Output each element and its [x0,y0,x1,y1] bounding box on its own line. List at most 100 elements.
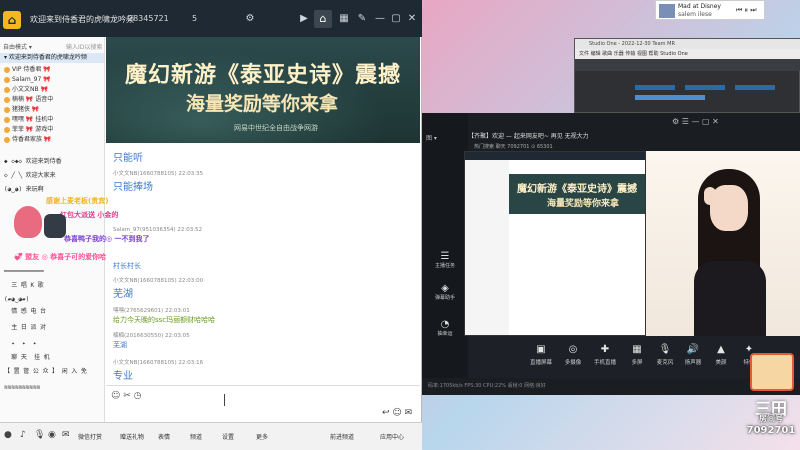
window-controls[interactable]: ⚙ ☰ — ▢ ✕ [672,117,719,126]
stream-side-panel: 图 ▾ ☰ 主播任务 ◈ 弹幕助手 ◔ 抽幸运 [422,113,468,395]
panel-item[interactable]: ☰ 主播任务 [426,251,464,269]
control-item[interactable]: ▣ 直播屏幕 [524,344,558,366]
tree-user[interactable]: 嘿嘿 🎀 挂机中 [4,115,53,125]
message-input-area[interactable]: ☺ ✂ ◷ ↩ ☺ ✉ [106,385,420,422]
chat-app-window: ⌂ 欢迎来到侍香君的虎啸龙吟频 28345721 5 ⚙ ▶ ⌂ ▦ ✎ — ▢… [0,0,422,450]
chat-message: 只能听 [113,153,143,164]
chat-meta: 小文文NB(1660788105) 22:03:35 [113,171,204,177]
input-toolbar[interactable]: ☺ ✂ ◷ [111,391,142,401]
media-controls-icon[interactable]: ⏮ ⏸ ⏭ [736,6,757,15]
ad-banner[interactable]: 魔幻新游《泰亚史诗》震撼 海量奖励等你来拿 网易中世纪全自由战争网游 [106,37,420,143]
user-badge-icon [4,106,10,113]
stream-subtitle: 热门搜索 聊天 7092701 ⊙ 65301 [474,144,553,150]
chat-message: 芜湖 [113,289,133,300]
ascii-channel[interactable]: ≋≋≋≋≋≋≋≋≋≋ [4,383,40,393]
studio-toolbar[interactable] [575,59,800,71]
toolbar-item[interactable]: 赠送礼物 [120,432,144,441]
toolbar-item[interactable]: 微信打赏 [78,432,102,441]
maximize-icon[interactable]: ▢ [390,13,402,25]
track-region[interactable] [685,85,725,90]
chat-message: 给力今天晚的ssc玛丽额财哈哈哈 [113,316,216,324]
tree-user[interactable]: 侍香君家族 🎀 [4,135,51,145]
avatar-icon[interactable]: ● [4,430,12,440]
toolbar-item[interactable]: 应用中心 [380,432,404,441]
preview-banner-subtitle: 海量奖励等你来拿 [547,199,620,209]
grid-icon[interactable]: ▦ [338,13,350,25]
song-title: Mad at Disney [678,3,721,10]
mode-selector[interactable]: 自由模式 ▾ [3,42,32,51]
panel-item[interactable]: ◈ 弹幕助手 [426,283,464,301]
studio-menu[interactable]: 文件 编辑 歌曲 乐器 传输 视图 帮助 Studio One [575,49,800,59]
overlay-message: 红包大派送 小金的 [60,211,119,219]
control-item[interactable]: ✚ 手机直播 [588,344,622,366]
user-badge-icon [4,96,10,103]
video-icon[interactable]: ▶ [298,13,310,25]
ascii-channel[interactable]: 【 置 管 公 众 】 闲 入 免 [4,367,87,377]
track-region[interactable] [635,95,705,100]
preview-titlebar [465,152,645,160]
tree-user[interactable]: VIP 侍香君 🎀 [4,65,51,75]
stream-preview: 魔幻新游《泰亚史诗》震撼 海量奖励等你来拿 [464,151,646,336]
user-badge-icon [4,136,10,143]
app-home-icon[interactable]: ⌂ [3,11,21,29]
minimize-icon[interactable]: — [374,13,386,25]
ascii-channel[interactable]: ━━━━━━━━━━━ [4,267,44,277]
ascii-channel[interactable]: ◆ ◇◆◇ 欢迎来到侍香 [4,157,62,167]
control-item[interactable]: ◎ 多摄像 [556,344,590,366]
task-icon: ☰ [440,251,450,262]
tree-search[interactable]: 输入ID以搜索 [66,42,102,51]
channel-header[interactable]: ▾ 欢迎来到侍香君的虎啸龙吟频 [0,53,104,63]
song-artist: salem ilese [678,11,712,18]
ascii-channel[interactable]: 聊 天 挂 机 [4,353,49,363]
tree-user[interactable]: 菲菲 🎀 游戏中 [4,125,53,135]
track-region[interactable] [635,85,675,90]
overlay-message: 💞 盟友 ◎ 恭喜子可的爱你哈 [14,253,107,261]
home-icon[interactable]: ⌂ [314,10,332,28]
tree-user[interactable]: 楠楠 🎀 语音中 [4,95,53,105]
user-badge-icon [4,76,10,83]
chat-message: 村长村长 [113,262,141,270]
toolbar-item[interactable]: 表情 [158,432,170,441]
music-notification[interactable]: Mad at Disney salem ilese ⏮ ⏸ ⏭ [655,0,765,20]
settings-icon[interactable]: ⚙ [244,13,256,25]
logo-badge [750,353,794,391]
close-icon[interactable]: ✕ [406,13,418,25]
studio-one-window: Studio One - 2022-12-30 Team MR 文件 编辑 歌曲… [574,38,800,113]
chat-message: 专业 [113,371,133,382]
volume-icon[interactable]: ♪ [20,430,26,440]
channel-logo: 三田 房间号 7092701 [742,345,800,445]
overlay-message: 感谢上麦老板(贵宾) [46,197,109,205]
camera-icon: ◎ [568,344,578,355]
ascii-channel[interactable]: ◇ ╱ ╲ 欢迎大家来 [4,171,56,181]
ascii-channel[interactable]: 主 日 派 对 [4,323,46,333]
ascii-channel[interactable]: (▰◕‿◕▰) [4,295,29,305]
ascii-channel[interactable]: (◕‿◕) 来玩啊 [4,185,44,195]
lottery-icon: ◔ [440,319,450,330]
anime-avatar [14,206,42,238]
skin-icon[interactable]: ✎ [356,13,368,25]
send-controls[interactable]: ↩ ☺ ✉ [382,408,412,418]
logo-room-id: 7092701 [746,425,796,436]
toolbar-item[interactable]: 设置 [222,432,234,441]
album-art [659,4,675,18]
tree-user[interactable]: 猪猪侠 🎀 [4,105,39,115]
title-bar: ⌂ 欢迎来到侍香君的虎啸龙吟频 28345721 5 ⚙ ▶ ⌂ ▦ ✎ — ▢… [0,0,422,37]
tree-user[interactable]: Salam_97 🎀 [4,75,51,85]
banner-subtitle: 海量奖励等你来拿 [186,93,339,115]
danmaku-icon: ◈ [441,283,449,294]
toolbar-item[interactable]: 频道 [190,432,202,441]
gift-icon[interactable]: ✉ [62,430,70,440]
speaker-icon[interactable]: ◉ [48,430,56,440]
panel-label[interactable]: 图 ▾ [426,133,437,142]
toolbar-item[interactable]: 前进频道 [330,432,354,441]
chat-log: 只能听 小文文NB(1660788105) 22:03:35 只能捧场 Sala… [106,143,420,385]
ascii-channel[interactable]: 三 唱 K 歌 [4,281,43,291]
ascii-channel[interactable]: ✦ ✦ ✦ [4,339,36,349]
panel-item[interactable]: ◔ 抽幸运 [426,319,464,337]
toolbar-item[interactable]: 更多 [256,432,268,441]
banner-title: 魔幻新游《泰亚史诗》震撼 [124,62,401,88]
tree-user[interactable]: 小文文NB 🎀 [4,85,48,95]
ascii-channel[interactable]: 情 感 电 台 [4,307,46,317]
track-region[interactable] [735,85,775,90]
mic-icon[interactable]: 🎙 [34,430,45,440]
